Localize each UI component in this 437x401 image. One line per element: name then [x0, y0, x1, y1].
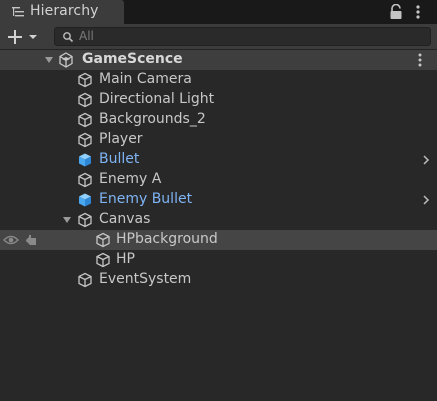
item-label: Bullet: [99, 151, 140, 167]
item-label: Player: [99, 131, 143, 147]
tab-bar: Hierarchy: [0, 0, 437, 24]
gameobject-icon: [78, 172, 92, 188]
list-item-prefab[interactable]: Bullet: [0, 150, 437, 170]
prefab-icon: [79, 153, 91, 167]
item-label: Main Camera: [99, 71, 192, 87]
list-item[interactable]: Enemy A: [0, 170, 437, 190]
gameobject-icon: [78, 132, 92, 148]
tab-hierarchy[interactable]: Hierarchy: [0, 0, 124, 24]
list-item[interactable]: Directional Light: [0, 90, 437, 110]
gameobject-icon: [78, 212, 92, 228]
item-label: EventSystem: [99, 271, 192, 287]
lock-icon[interactable]: [389, 4, 403, 20]
chevron-right-icon[interactable]: [422, 154, 430, 166]
unity-scene-icon: [59, 52, 73, 68]
list-item[interactable]: HP: [0, 250, 437, 270]
create-button[interactable]: [4, 27, 44, 47]
hierarchy-list-icon: [12, 7, 24, 17]
expand-arrow-icon[interactable]: [62, 215, 72, 225]
tab-title: Hierarchy: [30, 3, 99, 19]
hierarchy-panel: Hierarchy All GameScence Main Camera Dir…: [0, 0, 437, 401]
gameobject-icon: [96, 232, 110, 248]
scene-name: GameScence: [82, 51, 183, 67]
item-label: Backgrounds_2: [99, 111, 206, 127]
expand-arrow-icon[interactable]: [44, 55, 54, 65]
gameobject-icon: [78, 92, 92, 108]
gameobject-icon: [96, 252, 110, 268]
item-label: Enemy A: [99, 171, 162, 187]
gameobject-icon: [78, 272, 92, 288]
visibility-eye-icon[interactable]: [3, 234, 19, 246]
item-label: Enemy Bullet: [99, 191, 193, 207]
list-item[interactable]: Main Camera: [0, 70, 437, 90]
search-icon: [63, 32, 74, 43]
list-item-prefab[interactable]: Enemy Bullet: [0, 190, 437, 210]
list-item[interactable]: EventSystem: [0, 270, 437, 290]
gameobject-icon: [78, 72, 92, 88]
more-options-icon[interactable]: [414, 4, 422, 20]
gameobject-icon: [78, 112, 92, 128]
scene-row[interactable]: GameScence: [0, 50, 437, 70]
scene-menu-icon[interactable]: [418, 53, 422, 67]
search-placeholder: All: [79, 29, 94, 43]
chevron-right-icon[interactable]: [422, 194, 430, 206]
prefab-icon: [79, 193, 91, 207]
item-label: Directional Light: [99, 91, 215, 107]
list-item[interactable]: Canvas: [0, 210, 437, 230]
search-field[interactable]: All: [54, 27, 431, 46]
list-item[interactable]: Backgrounds_2: [0, 110, 437, 130]
item-label: HP: [116, 251, 135, 267]
list-item[interactable]: HPbackground: [0, 230, 437, 250]
list-item[interactable]: Player: [0, 130, 437, 150]
pickable-hand-icon[interactable]: [24, 233, 38, 247]
item-label: HPbackground: [116, 231, 218, 247]
item-label: Canvas: [99, 211, 151, 227]
